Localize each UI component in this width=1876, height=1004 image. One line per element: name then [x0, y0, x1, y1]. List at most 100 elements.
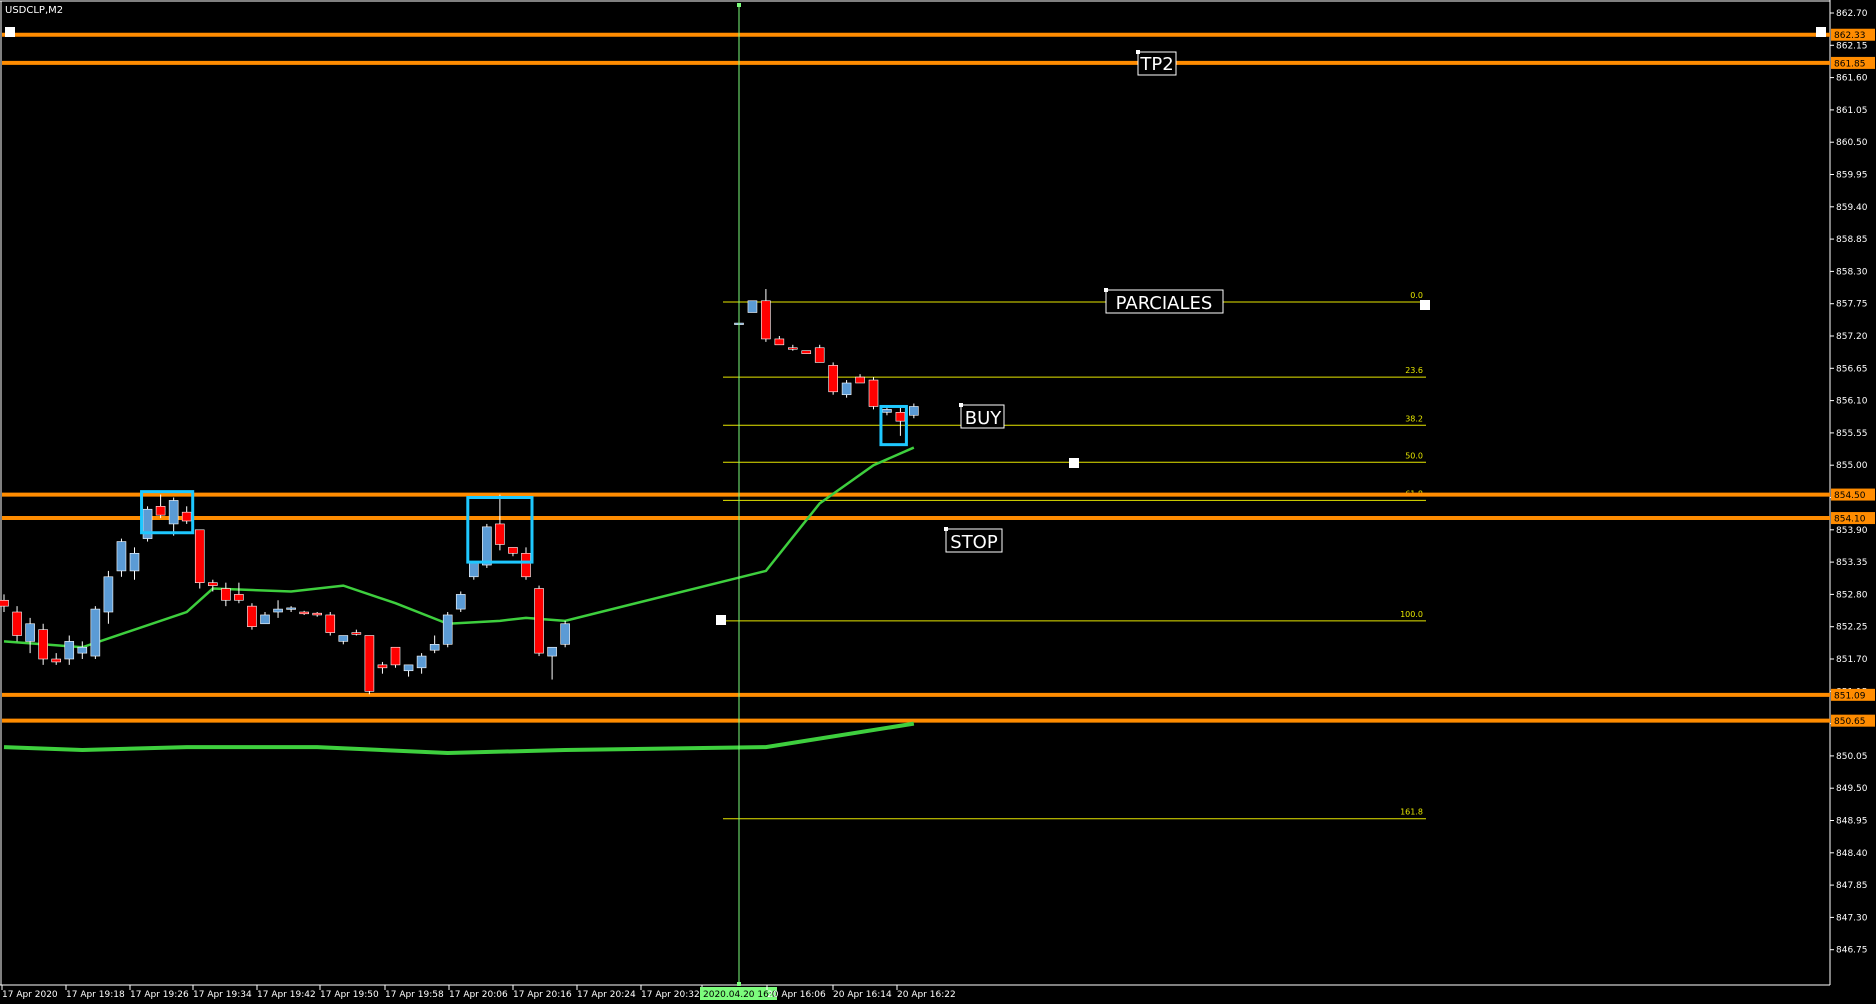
- candle-bull: [90, 608, 101, 657]
- price-tick-label: 861.60: [1836, 74, 1868, 84]
- price-tag-label: 861.85: [1834, 59, 1866, 69]
- price-tick-label: 847.30: [1836, 913, 1868, 923]
- time-tick-label: 20 Apr 16:22: [897, 990, 956, 1000]
- price-tick-label: 855.00: [1836, 461, 1868, 471]
- candle-bear: [51, 658, 62, 663]
- price-tick-label: 849.50: [1836, 784, 1868, 794]
- price-tick-label: 856.10: [1836, 397, 1868, 407]
- candle-bear: [377, 664, 388, 669]
- time-tick-label: 17 Apr 19:18: [66, 990, 125, 1000]
- candle-bull: [747, 300, 758, 313]
- price-tick-label: 853.35: [1836, 558, 1868, 568]
- fib-handle-bottom[interactable]: [716, 615, 726, 625]
- time-tick-label: 17 Apr 20:16: [513, 990, 572, 1000]
- candle-bear: [364, 635, 375, 692]
- price-tick-label: 852.80: [1836, 590, 1868, 600]
- crosshair-handle-top[interactable]: [737, 3, 741, 7]
- candle-bear: [155, 506, 166, 516]
- tp2-label[interactable]: TP2: [1136, 50, 1177, 76]
- price-tick-label: 846.75: [1836, 946, 1868, 956]
- price-chart[interactable]: USDCLP,M2 0.023.638.250.061.8100.0161.8 …: [0, 0, 1876, 1004]
- price-tick-label: 856.65: [1836, 364, 1868, 374]
- tp2-text: TP2: [1139, 54, 1173, 75]
- price-tick-label: 862.15: [1836, 41, 1868, 51]
- candle-bear: [325, 614, 336, 633]
- candle-bull: [909, 406, 919, 416]
- time-tick-label: 17 Apr 19:34: [193, 990, 252, 1000]
- time-tick-label: 20 Apr 16:06: [767, 990, 826, 1000]
- candle-bull: [841, 382, 852, 396]
- candle-bull: [560, 623, 570, 645]
- fib-level-label: 38.2: [1405, 414, 1423, 423]
- price-tick-label: 852.25: [1836, 623, 1868, 633]
- candle-bear: [247, 605, 257, 627]
- price-tick-label: 857.75: [1836, 300, 1868, 310]
- candle-bear: [801, 350, 812, 354]
- time-tick-label: 17 Apr 19:50: [320, 990, 379, 1000]
- price-tick-label: 857.20: [1836, 332, 1868, 342]
- candle-bear: [521, 552, 531, 578]
- candle-bear: [12, 611, 22, 636]
- candle-bull: [25, 623, 35, 642]
- candle-bull: [416, 655, 427, 669]
- price-tick-label: 848.95: [1836, 817, 1868, 827]
- candle-bull: [547, 646, 557, 657]
- candle-bull: [468, 561, 479, 578]
- candle-bull: [116, 541, 127, 572]
- fib-level-label: 100.0: [1400, 610, 1423, 619]
- candle-bear: [312, 612, 323, 616]
- stop-label[interactable]: STOP: [944, 527, 1003, 553]
- candle-bull: [129, 552, 140, 572]
- time-tick-label: 17 Apr 20:24: [577, 990, 636, 1000]
- candle-bull: [64, 641, 75, 660]
- candle-bear: [895, 412, 906, 422]
- candle-bear: [828, 365, 838, 393]
- candle-bear: [855, 376, 865, 384]
- price-tick-label: 862.70: [1836, 9, 1868, 19]
- price-tick-label: 848.40: [1836, 849, 1868, 859]
- time-tick-label: 17 Apr 20:06: [449, 990, 508, 1000]
- time-tick-label: 17 Apr 19:58: [385, 990, 444, 1000]
- parciales-text: PARCIALES: [1116, 293, 1213, 314]
- buy-label[interactable]: BUY: [959, 403, 1005, 429]
- candle-bear: [208, 582, 218, 586]
- fib-handle-top[interactable]: [1420, 300, 1430, 310]
- candle-bear: [299, 611, 309, 615]
- buy-text: BUY: [965, 408, 1003, 429]
- level-handle-left[interactable]: [5, 27, 15, 37]
- candle-bull: [482, 526, 492, 566]
- candle-bull: [168, 500, 179, 525]
- price-tick-label: 853.90: [1836, 526, 1868, 536]
- symbol-title: USDCLP,M2: [5, 5, 63, 16]
- price-tag-label: 854.10: [1834, 515, 1866, 525]
- price-tick-label: 858.85: [1836, 235, 1868, 245]
- candle-bear: [774, 338, 785, 346]
- price-tag-label: 854.50: [1834, 491, 1866, 501]
- crosshair-handle-bottom[interactable]: [737, 982, 741, 986]
- parciales-label[interactable]: PARCIALES: [1104, 288, 1224, 314]
- object-handle-mid[interactable]: [1069, 458, 1079, 468]
- candle-bull: [273, 608, 283, 613]
- price-tick-label: 860.50: [1836, 138, 1868, 148]
- candle-bear: [390, 646, 401, 666]
- candle-bull: [429, 644, 440, 651]
- time-tick-label: 17 Apr 19:26: [130, 990, 189, 1000]
- candle-bear: [181, 511, 192, 522]
- price-tick-label: 847.85: [1836, 881, 1868, 891]
- candle-bull: [77, 646, 88, 654]
- candle-bull: [260, 614, 270, 625]
- candle-bear: [38, 629, 48, 660]
- time-tick-label: 17 Apr 20:32: [641, 990, 700, 1000]
- candle-bear: [508, 547, 518, 554]
- level-handle-right[interactable]: [1816, 27, 1826, 37]
- candle-bear: [0, 599, 9, 607]
- price-tick-label: 851.70: [1836, 655, 1868, 665]
- candle-bull: [403, 664, 414, 672]
- stop-text: STOP: [950, 532, 998, 553]
- candle-bull: [338, 635, 349, 642]
- candle-bear: [868, 379, 879, 407]
- time-tick-label: 17 Apr 19:42: [257, 990, 316, 1000]
- candle-bear: [814, 347, 825, 363]
- fib-level-label: 23.6: [1405, 366, 1423, 375]
- time-tick-label: 17 Apr 2020: [2, 990, 58, 1000]
